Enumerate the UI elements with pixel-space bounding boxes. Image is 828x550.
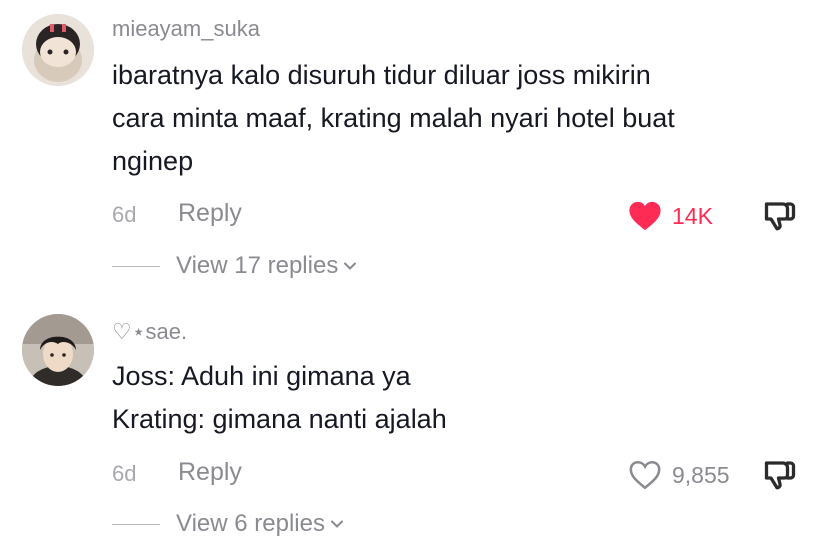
like-count: 14K [672,202,713,229]
heart-icon [629,460,661,490]
comment-username[interactable]: ♡⋆sae. [112,319,187,345]
chevron-down-icon [344,262,357,270]
avatar[interactable] [22,314,94,386]
comment-username[interactable]: mieayam_suka [112,16,260,42]
comment-text-line: cara minta maaf, krating malah nyari hot… [112,103,675,133]
thumbs-down-icon[interactable] [762,457,798,493]
like-button[interactable]: 9,855 [628,457,748,493]
like-count: 9,855 [672,461,730,488]
thumbs-down-icon[interactable] [762,198,798,234]
comment-actions: 6d Reply 14K [112,196,828,236]
comment-age: 6d [112,461,137,486]
comment-item: mieayam_suka ibaratnya kalo disuruh tidu… [0,0,828,290]
comment-text-line: Krating: gimana nanti ajalah [112,404,447,434]
like-button[interactable]: 14K [628,198,748,234]
heart-icon [629,201,661,231]
avatar[interactable] [22,14,94,86]
comment-text-line: ibaratnya kalo disuruh tidur diluar joss… [112,60,651,90]
comment-text: Joss: Aduh ini gimana ya Krating: gimana… [112,355,792,441]
comment-text-line: nginep [112,146,194,176]
avatar-image [22,314,94,386]
comment-item: ♡⋆sae. Joss: Aduh ini gimana ya Krating:… [0,300,828,550]
view-replies-label: View 17 replies [176,252,339,279]
chevron-down-icon [330,520,343,528]
view-replies-label: View 6 replies [176,510,325,537]
reply-button[interactable]: Reply [178,199,242,228]
reply-button[interactable]: Reply [178,458,242,487]
comment-actions: 6d Reply 9,855 [112,455,828,495]
divider [112,523,160,525]
avatar-image [22,14,94,86]
comment-text: ibaratnya kalo disuruh tidur diluar joss… [112,54,792,183]
comment-text-line: Joss: Aduh ini gimana ya [112,361,411,391]
comment-age: 6d [112,202,137,227]
divider [112,265,160,267]
view-replies[interactable]: View 6 replies [112,508,345,540]
view-replies[interactable]: View 17 replies [112,250,358,282]
